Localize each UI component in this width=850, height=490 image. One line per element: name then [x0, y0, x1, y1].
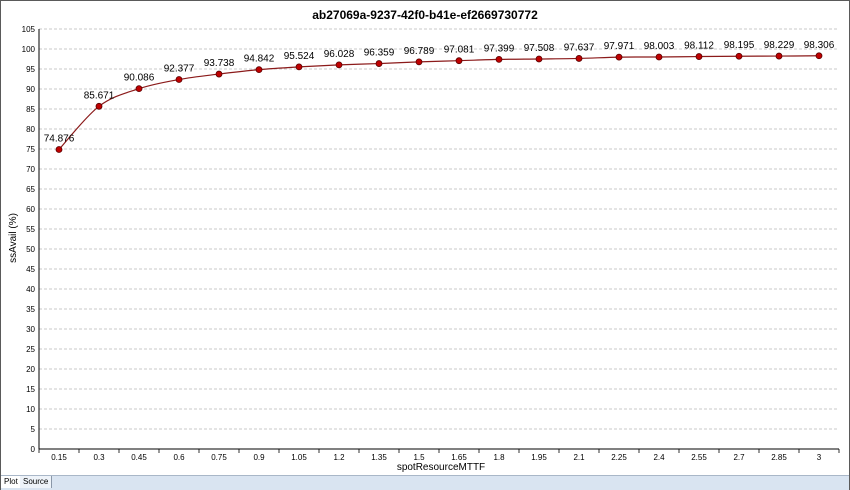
data-point: [575, 55, 583, 62]
x-tick-label: 0.3: [93, 453, 105, 462]
data-label: 96.359: [364, 48, 395, 59]
y-tick-label: 95: [26, 65, 35, 74]
data-point: [255, 66, 263, 74]
y-tick-label: 70: [26, 165, 35, 174]
data-point: [495, 56, 503, 63]
data-label: 98.003: [644, 41, 675, 52]
data-point: [55, 146, 63, 153]
x-tick-label: 0.75: [211, 453, 227, 462]
grid-layer: [39, 28, 839, 430]
x-tick-label: 0.45: [131, 453, 147, 462]
data-label: 98.229: [764, 40, 795, 51]
data-point: [215, 70, 223, 78]
data-label: 98.306: [804, 40, 835, 51]
y-tick-label: 60: [26, 205, 35, 214]
x-tick-label: 2.55: [691, 453, 707, 462]
data-label: 74.876: [44, 133, 75, 144]
axis-layer: 0 5 10 15 20 25 30 35 40 45 50 55 60 65 70 75 80 85 90 95 10…: [22, 25, 840, 462]
data-label: 93.738: [204, 58, 235, 69]
y-tick-label: 5: [31, 425, 36, 434]
data-label: 85.671: [84, 90, 115, 101]
x-tick-label: 1.35: [371, 453, 387, 462]
y-tick-label: 35: [26, 305, 35, 314]
data-label: 95.524: [284, 51, 315, 62]
data-point: [95, 102, 103, 110]
tab-bar: Plot Source: [1, 475, 849, 490]
data-point: [375, 60, 383, 67]
x-tick-label: 2.25: [611, 453, 627, 462]
x-tick-label: 0.15: [51, 453, 67, 462]
data-point: [535, 55, 543, 63]
x-tick-label: 1.05: [291, 453, 307, 462]
x-tick-label: 1.95: [531, 453, 547, 462]
y-axis-label: ssAvail (%): [8, 213, 19, 263]
data-point: [695, 53, 703, 60]
data-label: 97.399: [484, 43, 515, 54]
x-tick-label: 2.7: [733, 453, 745, 462]
line-chart: ab27069a-9237-42f0-b41e-ef2669730772 spo…: [8, 8, 840, 473]
y-tick-label: 100: [22, 45, 36, 54]
x-axis-label: spotResourceMTTF: [397, 462, 485, 473]
x-tick-label: 2.85: [771, 453, 787, 462]
data-label: 90.086: [124, 73, 155, 84]
tab-source[interactable]: Source: [20, 476, 53, 488]
y-tick-label: 0: [31, 445, 36, 454]
data-point: [175, 76, 183, 83]
data-point: [815, 52, 823, 60]
y-tick-label: 15: [26, 385, 35, 394]
y-tick-label: 45: [26, 265, 35, 274]
y-tick-label: 10: [26, 405, 35, 414]
chart-title: ab27069a-9237-42f0-b41e-ef2669730772: [312, 8, 538, 22]
x-tick-label: 1.8: [493, 453, 505, 462]
x-tick-label: 2.1: [573, 453, 585, 462]
data-point: [295, 63, 303, 71]
y-tick-label: 40: [26, 285, 35, 294]
data-label: 92.377: [164, 63, 195, 74]
x-tick-label: 0.9: [253, 453, 265, 462]
x-tick-label: 1.5: [413, 453, 425, 462]
data-label: 97.508: [524, 43, 555, 54]
y-tick-label: 105: [22, 25, 36, 34]
x-tick-label: 0.6: [173, 453, 185, 462]
plot-window: ab27069a-9237-42f0-b41e-ef2669730772 spo…: [0, 0, 850, 490]
x-tick-label: 1.65: [451, 453, 467, 462]
data-label: 94.842: [244, 54, 275, 65]
y-tick-label: 55: [26, 225, 35, 234]
data-point: [335, 61, 343, 69]
y-tick-label: 20: [26, 365, 35, 374]
tab-plot[interactable]: Plot: [1, 476, 22, 488]
x-tick-label: 2.4: [653, 453, 665, 462]
data-label: 97.637: [564, 42, 595, 53]
y-tick-label: 25: [26, 345, 35, 354]
y-tick-label: 80: [26, 125, 35, 134]
data-label: 97.971: [604, 41, 635, 52]
data-label: 97.081: [444, 45, 475, 56]
data-point: [455, 57, 463, 65]
data-point: [775, 52, 783, 60]
data-point: [655, 53, 663, 61]
y-tick-label: 85: [26, 105, 35, 114]
x-tick-label: 1.2: [333, 453, 345, 462]
y-tick-label: 50: [26, 245, 35, 254]
data-label: 96.789: [404, 46, 435, 57]
y-tick-label: 30: [26, 325, 35, 334]
y-tick-label: 75: [26, 145, 35, 154]
data-point: [615, 53, 623, 61]
data-point: [735, 52, 743, 60]
data-label: 98.112: [684, 41, 714, 52]
data-point: [135, 85, 143, 93]
data-label: 98.195: [724, 40, 755, 51]
data-label: 96.028: [324, 49, 355, 60]
data-point: [415, 58, 423, 66]
y-tick-label: 65: [26, 185, 35, 194]
y-tick-label: 90: [26, 85, 35, 94]
x-tick-label: 3: [817, 453, 822, 462]
